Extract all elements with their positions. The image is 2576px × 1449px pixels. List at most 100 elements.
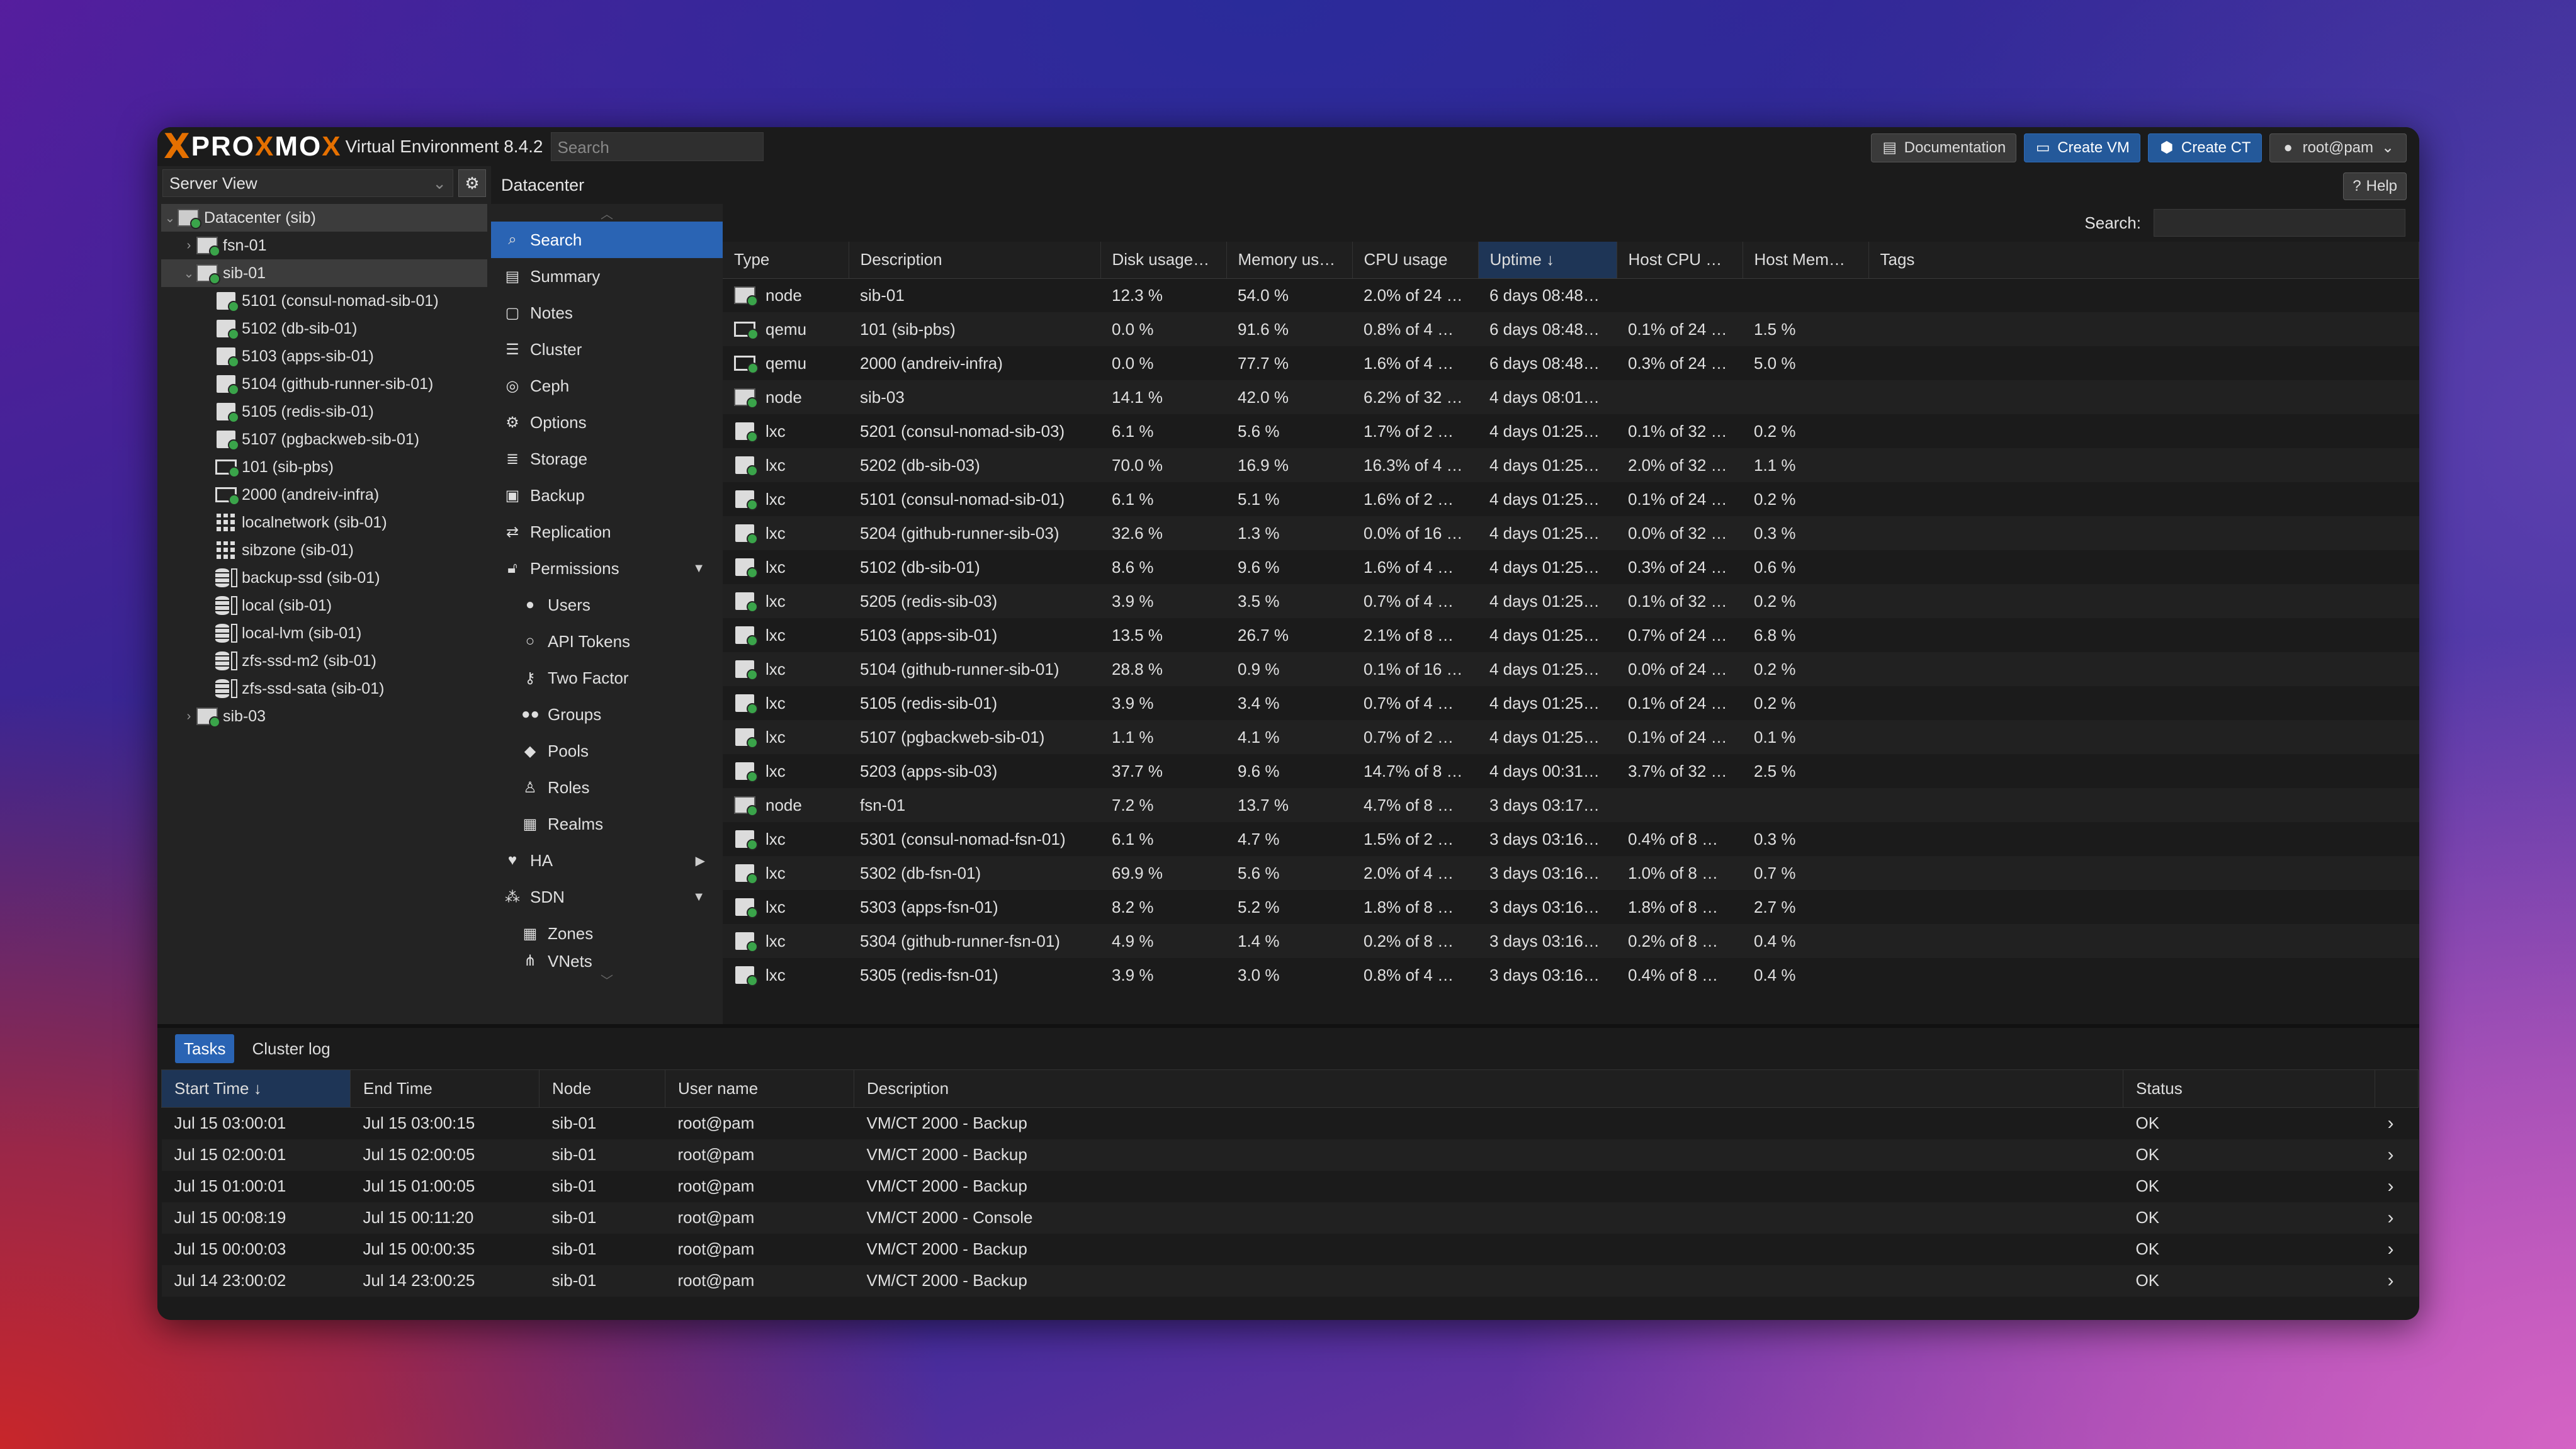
tree-item-vm[interactable]: 101 (sib-pbs) xyxy=(161,453,487,481)
menu-item-storage[interactable]: ≣ Storage xyxy=(491,441,723,477)
tab-tasks[interactable]: Tasks xyxy=(175,1034,235,1063)
create-ct-button[interactable]: ⬢ Create CT xyxy=(2147,133,2262,162)
column-header-node[interactable]: Node xyxy=(539,1069,665,1108)
grid-search-input[interactable] xyxy=(2154,209,2405,237)
grid-row[interactable]: lxc 5102 (db-sib-01) 8.6 % 9.6 % 1.6% of 4 …… xyxy=(723,550,2419,584)
menu-item-replication[interactable]: ⇄ Replication xyxy=(491,514,723,550)
task-row[interactable]: Jul 15 03:00:01 Jul 15 03:00:15 sib-01 root… xyxy=(162,1108,2419,1139)
gear-icon[interactable]: ⚙ xyxy=(458,169,486,197)
grid-row[interactable]: lxc 5103 (apps-sib-01) 13.5 % 26.7 % 2.1% of… xyxy=(723,618,2419,652)
grid-row[interactable]: lxc 5201 (consul-nomad-sib-03) 6.1 % 5.6 % 1… xyxy=(723,414,2419,448)
chevron-right-icon[interactable]: › xyxy=(2375,1108,2419,1139)
task-row[interactable]: Jul 15 00:08:19 Jul 15 00:11:20 sib-01 root… xyxy=(161,1202,2419,1234)
grid-row[interactable]: lxc 5104 (github-runner-sib-01) 28.8 % 0.9 … xyxy=(723,652,2419,686)
help-button[interactable]: ? Help xyxy=(2343,172,2407,200)
task-row[interactable]: Jul 15 02:00:01 Jul 15 02:00:05 sib-01 root… xyxy=(161,1139,2419,1171)
tab-cluster-log[interactable]: Cluster log xyxy=(243,1034,339,1063)
column-header-cpu[interactable]: CPU usage xyxy=(1352,242,1479,279)
menu-item-cluster[interactable]: ☰ Cluster xyxy=(491,331,723,368)
grid-row[interactable]: node sib-01 12.3 % 54.0 % 2.0% of 24 … 6 days… xyxy=(723,278,2419,312)
chevron-right-icon[interactable]: › xyxy=(2375,1171,2419,1202)
tree-item-datacenter[interactable]: ⌄ Datacenter (sib) xyxy=(161,204,487,232)
menu-item-roles[interactable]: ♙ Roles xyxy=(491,769,723,806)
column-header-description[interactable]: Description xyxy=(849,242,1101,279)
chevron-right-icon[interactable]: › xyxy=(2375,1139,2419,1171)
menu-item-notes[interactable]: ▢ Notes xyxy=(491,295,723,331)
tree-item-node[interactable]: › fsn-01 xyxy=(161,232,487,259)
create-vm-button[interactable]: ▭ Create VM xyxy=(2024,133,2140,162)
grid-row[interactable]: lxc 5105 (redis-sib-01) 3.9 % 3.4 % 0.7% of … xyxy=(723,686,2419,720)
menu-item-zones[interactable]: ▦ Zones xyxy=(491,915,723,952)
grid-row[interactable]: lxc 5202 (db-sib-03) 70.0 % 16.9 % 16.3% of … xyxy=(723,448,2419,482)
column-header-memory[interactable]: Memory us… xyxy=(1226,242,1353,279)
column-header-task-description[interactable]: Description xyxy=(854,1069,2123,1108)
menu-item-vnets[interactable]: ⋔ VNets xyxy=(491,952,723,971)
grid-row[interactable]: lxc 5304 (github-runner-fsn-01) 4.9 % 1.4 %… xyxy=(723,924,2419,958)
menu-item-search[interactable]: ⌕ Search xyxy=(491,222,723,258)
grid-row[interactable]: lxc 5203 (apps-sib-03) 37.7 % 9.6 % 14.7% of… xyxy=(723,754,2419,788)
tree-item-storage[interactable]: local-lvm (sib-01) xyxy=(161,619,487,647)
grid-row[interactable]: node fsn-01 7.2 % 13.7 % 4.7% of 8 … 3 days 0… xyxy=(723,788,2419,822)
grid-row[interactable]: lxc 5305 (redis-fsn-01) 3.9 % 3.0 % 0.8% of … xyxy=(723,958,2419,992)
grid-row[interactable]: lxc 5107 (pgbackweb-sib-01) 1.1 % 4.1 % 0.7%… xyxy=(723,720,2419,754)
grid-row[interactable]: lxc 5302 (db-fsn-01) 69.9 % 5.6 % 2.0% of 4 … xyxy=(723,856,2419,890)
task-row[interactable]: Jul 15 00:00:03 Jul 15 00:00:35 sib-01 root… xyxy=(162,1234,2419,1265)
user-menu-button[interactable]: ● root@pam ⌄ xyxy=(2269,133,2407,162)
task-row[interactable]: Jul 15 01:00:01 Jul 15 01:00:05 sib-01 root… xyxy=(162,1171,2419,1202)
tree-item-container[interactable]: 5103 (apps-sib-01) xyxy=(161,342,487,370)
grid-row[interactable]: lxc 5205 (redis-sib-03) 3.9 % 3.5 % 0.7% of … xyxy=(723,584,2419,618)
column-header-status[interactable]: Status xyxy=(2123,1069,2375,1108)
tree-item-storage[interactable]: zfs-ssd-sata (sib-01) xyxy=(161,675,487,702)
column-header-end-time[interactable]: End Time xyxy=(350,1069,539,1108)
menu-item-realms[interactable]: ▦ Realms xyxy=(491,806,723,842)
menu-item-summary[interactable]: ▤ Summary xyxy=(491,258,723,295)
chevron-right-icon[interactable]: › xyxy=(2375,1202,2419,1234)
documentation-button[interactable]: ▤ Documentation xyxy=(1870,133,2017,162)
tree-item-storage[interactable]: zfs-ssd-m2 (sib-01) xyxy=(161,647,487,675)
menu-item-sdn[interactable]: ⁂ SDN ▼ xyxy=(491,879,723,915)
tree-item-node[interactable]: ⌄ sib-01 xyxy=(161,259,487,287)
chevron-right-icon[interactable]: › xyxy=(2375,1234,2419,1265)
grid-row[interactable]: lxc 5101 (consul-nomad-sib-01) 6.1 % 5.1 % 1… xyxy=(723,482,2419,516)
menu-item-options[interactable]: ⚙ Options xyxy=(491,404,723,441)
menu-item-api-tokens[interactable]: ○ API Tokens xyxy=(491,623,723,660)
view-selector[interactable]: Server View ⌄ xyxy=(162,169,453,197)
column-header-host-cpu[interactable]: Host CPU … xyxy=(1617,242,1743,279)
proxmox-logo[interactable]: X PROXMOX xyxy=(164,130,342,164)
column-header-host-mem[interactable]: Host Mem… xyxy=(1743,242,1869,279)
global-search-input[interactable]: Search xyxy=(550,132,764,161)
scroll-down-icon[interactable]: ﹀ xyxy=(491,971,723,988)
tree-item-network[interactable]: localnetwork (sib-01) xyxy=(161,509,487,536)
tree-item-container[interactable]: 5104 (github-runner-sib-01) xyxy=(161,370,487,398)
menu-item-ceph[interactable]: ◎ Ceph xyxy=(491,368,723,404)
grid-row[interactable]: qemu 101 (sib-pbs) 0.0 % 91.6 % 0.8% of 4 … 6… xyxy=(723,312,2419,346)
column-header-disk[interactable]: Disk usage… xyxy=(1100,242,1227,279)
menu-item-two-factor[interactable]: ⚷ Two Factor xyxy=(491,660,723,696)
menu-item-permissions[interactable]: 🔓︎ Permissions ▼ xyxy=(491,550,723,587)
chevron-right-icon[interactable]: › xyxy=(2375,1265,2419,1297)
menu-item-pools[interactable]: ◆ Pools xyxy=(491,733,723,769)
column-header-tags[interactable]: Tags xyxy=(1868,242,2419,279)
menu-item-users[interactable]: ● Users xyxy=(491,587,723,623)
menu-item-groups[interactable]: ●● Groups xyxy=(491,696,723,733)
tree-item-container[interactable]: 5105 (redis-sib-01) xyxy=(161,398,487,426)
tree-item-storage[interactable]: local (sib-01) xyxy=(161,592,487,619)
column-header-type[interactable]: Type xyxy=(723,242,849,279)
task-row[interactable]: Jul 14 23:00:02 Jul 14 23:00:25 sib-01 root… xyxy=(161,1265,2419,1297)
tree-item-container[interactable]: 5102 (db-sib-01) xyxy=(161,315,487,342)
tree-item-node[interactable]: › sib-03 xyxy=(161,702,487,730)
tree-item-container[interactable]: 5101 (consul-nomad-sib-01) xyxy=(161,287,487,315)
menu-item-ha[interactable]: ♥ HA ▶ xyxy=(491,842,723,879)
tree-item-vm[interactable]: 2000 (andreiv-infra) xyxy=(161,481,487,509)
grid-row[interactable]: node sib-03 14.1 % 42.0 % 6.2% of 32 … 4 days… xyxy=(723,380,2419,414)
tree-item-network[interactable]: sibzone (sib-01) xyxy=(161,536,487,564)
column-header-start-time[interactable]: Start Time ↓ xyxy=(161,1069,351,1108)
tree-item-container[interactable]: 5107 (pgbackweb-sib-01) xyxy=(161,426,487,453)
grid-row[interactable]: lxc 5204 (github-runner-sib-03) 32.6 % 1.3 … xyxy=(723,516,2419,550)
scroll-up-icon[interactable]: ︿ xyxy=(491,204,723,222)
grid-row[interactable]: lxc 5303 (apps-fsn-01) 8.2 % 5.2 % 1.8% of 8… xyxy=(723,890,2419,924)
grid-row[interactable]: lxc 5301 (consul-nomad-fsn-01) 6.1 % 4.7 % 1… xyxy=(723,822,2419,856)
grid-row[interactable]: qemu 2000 (andreiv-infra) 0.0 % 77.7 % 1.6% … xyxy=(723,346,2419,380)
column-header-uptime[interactable]: Uptime ↓ xyxy=(1478,242,1617,279)
menu-item-backup[interactable]: ▣ Backup xyxy=(491,477,723,514)
